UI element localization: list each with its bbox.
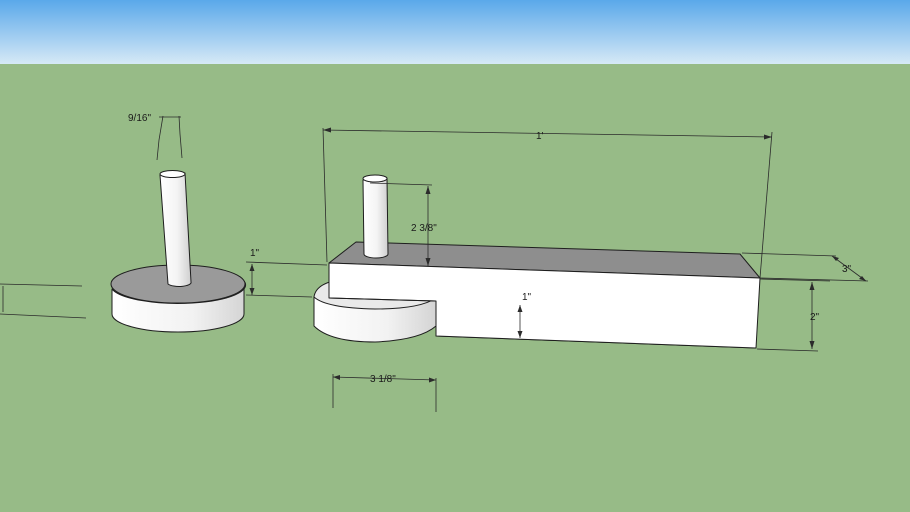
dimension-label-block-height: 2" — [810, 312, 820, 323]
dimension-label-knuckle-radius: 3 1/8" — [370, 374, 396, 385]
dimension-label-block-width: 3" — [842, 264, 852, 275]
right-pin-top — [362, 174, 388, 183]
right-pin-body — [362, 177, 389, 259]
dimension-label-right-plate-thickness: 1" — [522, 292, 532, 303]
dimension-label-left-plate-thickness: 1" — [250, 248, 260, 259]
dimension-label-overall-length: 1' — [536, 131, 544, 142]
sky — [0, 0, 910, 64]
left-pin-top — [159, 170, 186, 178]
dimension-label-pin-height: 2 3/8" — [411, 223, 437, 234]
dimension-label-pin-diameter: 9/16" — [128, 113, 151, 124]
sketch-viewport[interactable]: 9/16" 1' 2 3/8" 1" 1" 3" 2" 3 1/8" — [0, 0, 910, 512]
